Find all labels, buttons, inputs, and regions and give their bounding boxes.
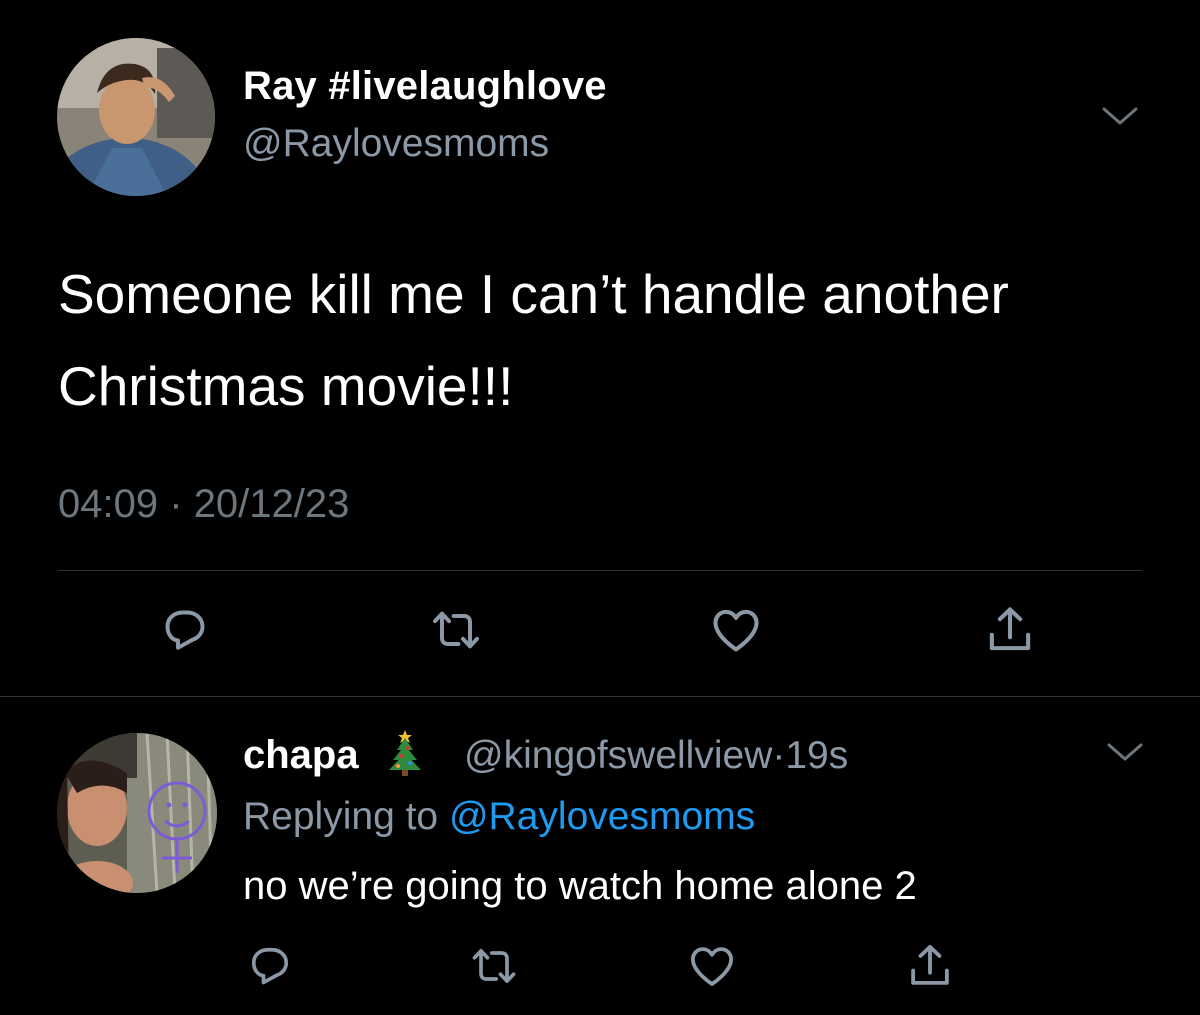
- divider: [58, 570, 1142, 571]
- section-divider: [0, 696, 1200, 697]
- reply-icon: [251, 947, 289, 985]
- reply-icon: [165, 610, 205, 650]
- reply-avatar[interactable]: [57, 733, 217, 893]
- share-icon: [911, 944, 949, 985]
- chevron-down-icon[interactable]: [1105, 738, 1145, 766]
- reply-text: no we’re going to watch home alone 2: [243, 864, 917, 908]
- reply-button[interactable]: [153, 598, 217, 662]
- chevron-down-icon[interactable]: [1100, 102, 1140, 130]
- main-tweet: Ray #livelaughlove @Raylovesmoms Someone…: [0, 0, 1200, 697]
- tweet-date: 20/12/23: [193, 482, 350, 526]
- like-button[interactable]: [704, 598, 768, 662]
- profile-photo: [57, 38, 215, 196]
- reply-handle-time[interactable]: @kingofswellview·19s: [464, 734, 848, 778]
- profile-photo: [57, 733, 217, 893]
- reply-display-name[interactable]: chapa: [243, 733, 359, 778]
- retweet-icon: [472, 948, 516, 984]
- replying-to-label: Replying to: [243, 795, 439, 838]
- like-button[interactable]: [680, 934, 744, 998]
- tweet-timestamp[interactable]: 04:09 · 20/12/23: [58, 482, 349, 527]
- reply-button[interactable]: [238, 934, 302, 998]
- user-handle[interactable]: @Raylovesmoms: [243, 122, 549, 166]
- display-name[interactable]: Ray #livelaughlove: [243, 64, 607, 109]
- retweet-button[interactable]: [462, 934, 526, 998]
- share-icon: [989, 607, 1031, 651]
- retweet-icon: [433, 611, 479, 649]
- meta-separator: ·: [169, 482, 183, 526]
- christmas-tree-icon: [380, 728, 430, 778]
- share-button[interactable]: [978, 598, 1042, 662]
- share-button[interactable]: [898, 934, 962, 998]
- replying-to: Replying to @Raylovesmoms: [243, 795, 755, 839]
- like-icon: [713, 609, 759, 652]
- like-icon: [690, 947, 734, 986]
- avatar[interactable]: [57, 38, 215, 196]
- tweet-time: 04:09: [58, 482, 159, 526]
- tweet-text: Someone kill me I can’t handle another C…: [58, 263, 1009, 417]
- replying-to-handle[interactable]: @Raylovesmoms: [449, 795, 755, 838]
- retweet-button[interactable]: [424, 598, 488, 662]
